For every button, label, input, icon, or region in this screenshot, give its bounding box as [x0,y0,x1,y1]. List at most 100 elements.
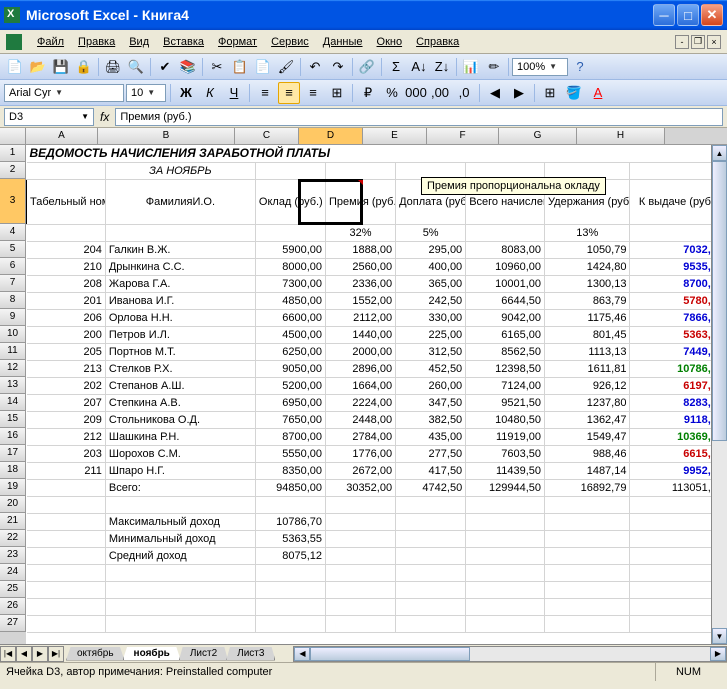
row-header-27[interactable]: 27 [0,615,26,632]
cell[interactable]: 94850,00 [255,479,325,496]
format-painter-icon[interactable]: 🖌 [275,56,297,78]
cell[interactable]: Петров И.Л. [105,326,255,343]
cell[interactable] [545,615,630,632]
col-header-a[interactable]: A [26,128,98,144]
cell[interactable]: 2448,00 [326,411,396,428]
cell[interactable]: 277,50 [396,445,466,462]
row-header-6[interactable]: 6 [0,258,26,275]
cell[interactable]: 6644,50 [466,292,545,309]
row-header-11[interactable]: 11 [0,343,26,360]
autosum-icon[interactable]: Σ [385,56,407,78]
cell[interactable]: 2224,00 [326,394,396,411]
align-right-icon[interactable]: ≡ [302,82,324,104]
increase-decimal-icon[interactable]: ,00 [429,82,451,104]
cell[interactable]: 12398,50 [466,360,545,377]
col-header-e[interactable]: E [363,128,427,144]
hscroll-thumb[interactable] [310,647,470,661]
cell[interactable]: 204 [27,241,106,258]
cell[interactable] [255,496,325,513]
italic-icon[interactable]: К [199,82,221,104]
cell[interactable]: 11919,00 [466,428,545,445]
font-color-icon[interactable]: A [587,82,609,104]
cell[interactable]: Шпаро Н.Г. [105,462,255,479]
cell[interactable]: Орлова Н.Н. [105,309,255,326]
cell[interactable]: 5900,00 [255,241,325,258]
row-header-18[interactable]: 18 [0,462,26,479]
cell[interactable]: 9042,00 [466,309,545,326]
help-icon[interactable]: ? [569,56,591,78]
cell[interactable]: 1440,00 [326,326,396,343]
cell[interactable]: 7124,00 [466,377,545,394]
cell[interactable]: 10786,70 [255,513,325,530]
col-header-d[interactable]: D [299,128,363,144]
cell[interactable] [545,496,630,513]
cell[interactable]: 129944,50 [466,479,545,496]
cell[interactable]: 295,00 [396,241,466,258]
spellcheck-icon[interactable]: ✔ [154,56,176,78]
research-icon[interactable]: 📚 [177,56,199,78]
cut-icon[interactable]: ✂ [206,56,228,78]
cell[interactable]: 1237,80 [545,394,630,411]
redo-icon[interactable]: ↷ [327,56,349,78]
cell[interactable]: 201 [27,292,106,309]
cell[interactable] [466,547,545,564]
cell[interactable]: Галкин В.Ж. [105,241,255,258]
cell[interactable]: 5200,00 [255,377,325,394]
menu-insert[interactable]: Вставка [156,33,211,51]
row-header-2[interactable]: 2 [0,162,26,179]
cell[interactable]: 988,46 [545,445,630,462]
cell[interactable]: Стольникова О.Д. [105,411,255,428]
cell[interactable] [466,615,545,632]
cell[interactable]: 202 [27,377,106,394]
cell[interactable]: 8083,00 [466,241,545,258]
cell[interactable]: 11439,50 [466,462,545,479]
row-header-24[interactable]: 24 [0,564,26,581]
cell[interactable]: 30352,00 [326,479,396,496]
cell[interactable] [466,564,545,581]
row-header-8[interactable]: 8 [0,292,26,309]
select-all-corner[interactable] [0,128,26,144]
font-combo[interactable]: Arial Cyr▼ [4,84,124,102]
cell[interactable]: 1664,00 [326,377,396,394]
menu-help[interactable]: Справка [409,33,466,51]
cell[interactable]: Минимальный доход [105,530,255,547]
col-header-b[interactable]: B [98,128,235,144]
hyperlink-icon[interactable]: 🔗 [356,56,378,78]
cell[interactable] [545,581,630,598]
cell[interactable]: 1424,80 [545,258,630,275]
cell[interactable]: 211 [27,462,106,479]
row-header-22[interactable]: 22 [0,530,26,547]
cell[interactable]: 863,79 [545,292,630,309]
row-header-4[interactable]: 4 [0,224,26,241]
cell[interactable]: 926,12 [545,377,630,394]
cell[interactable] [105,496,255,513]
cell[interactable]: 435,00 [396,428,466,445]
cell[interactable] [545,513,630,530]
cell[interactable]: 1552,00 [326,292,396,309]
cell[interactable]: Шорохов С.М. [105,445,255,462]
scroll-down-icon[interactable]: ▼ [712,628,727,644]
cell[interactable]: 225,00 [396,326,466,343]
row-header-12[interactable]: 12 [0,360,26,377]
cell[interactable]: 32% [326,224,396,241]
cell[interactable]: 6600,00 [255,309,325,326]
zoom-combo[interactable]: 100%▼ [512,58,568,76]
cell[interactable] [255,615,325,632]
font-size-combo[interactable]: 10▼ [126,84,166,102]
cell[interactable]: 203 [27,445,106,462]
doc-minimize-button[interactable]: - [675,35,689,49]
tab-prev-icon[interactable]: ◀ [16,646,32,662]
cell[interactable]: 4500,00 [255,326,325,343]
cell[interactable] [466,581,545,598]
cell[interactable] [105,581,255,598]
cell[interactable] [396,564,466,581]
cell[interactable]: Иванова И.Г. [105,292,255,309]
cell[interactable]: Жарова Г.А. [105,275,255,292]
cell[interactable] [545,564,630,581]
cell[interactable]: 6950,00 [255,394,325,411]
cell[interactable]: 2784,00 [326,428,396,445]
cell[interactable]: 1776,00 [326,445,396,462]
cell[interactable]: 312,50 [396,343,466,360]
cell[interactable]: ВЕДОМОСТЬ НАЧИСЛЕНИЯ ЗАРАБОТНОЙ ПЛАТЫ [27,145,727,162]
tab-last-icon[interactable]: ▶| [48,646,64,662]
